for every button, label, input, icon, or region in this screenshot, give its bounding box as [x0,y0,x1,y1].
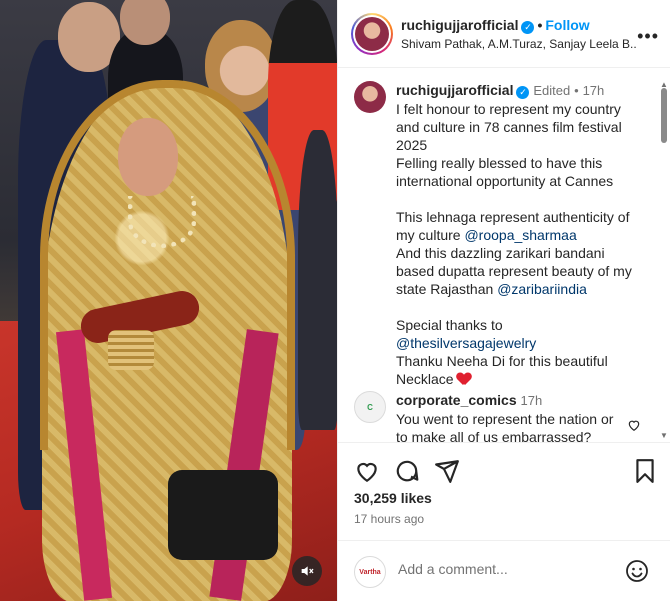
follow-button[interactable]: Follow [545,17,589,33]
caption-text-1: I felt honour to represent my country an… [396,101,622,153]
mention-link[interactable]: @roopa_sharmaa [464,227,576,243]
emoji-icon[interactable] [625,559,649,583]
scroll-down-arrow-icon[interactable]: ▼ [660,431,668,440]
comments-section[interactable]: ruchigujjarofficial ✓ Edited • 17h I felt… [338,69,670,443]
mention-link[interactable]: @thesilversagajewelry [396,335,536,351]
avatar [355,17,389,51]
mute-button[interactable] [292,556,322,586]
red-heart-emoji-icon [457,373,471,386]
caption-text-2: Felling really blessed to have this inte… [396,155,614,189]
scroll-thumb[interactable] [661,88,667,143]
comment-time[interactable]: 17h [521,393,543,408]
author-avatar-story-ring[interactable] [351,13,393,55]
foreground-camera [168,470,278,560]
bangles [108,330,154,370]
add-comment-bar: Vartha [338,540,670,601]
more-options-icon[interactable]: ••• [637,26,659,47]
caption-avatar[interactable] [354,81,386,113]
verified-badge-icon: ✓ [521,21,535,34]
action-bar [338,450,670,490]
mention-link[interactable]: @zaribariindia [497,281,587,297]
separator-dot: • [574,83,579,98]
commenter-avatar[interactable]: C [354,391,386,423]
tagged-users[interactable]: Shivam Pathak, A.M.Turaz, Sanjay Leela B… [401,37,636,51]
comment-like-heart-icon[interactable] [627,418,641,432]
post-header: ruchigujjarofficial ✓ • Follow Shivam Patha… [338,0,670,68]
current-user-avatar: Vartha [354,556,386,588]
caption-text-6: Thanku Neeha Di for this beautiful Neckl… [396,353,608,387]
post-sidebar: ruchigujjarofficial ✓ • Follow Shivam Patha… [337,0,670,601]
bookmark-icon[interactable] [632,458,658,484]
comment-text: You went to represent the nation or to m… [396,411,614,443]
post-media[interactable] [0,0,337,601]
caption-username[interactable]: ruchigujjarofficial [396,82,513,98]
necklace [128,196,196,248]
bg-person-far [298,130,337,430]
comment-icon[interactable] [394,458,420,484]
caption-time[interactable]: 17h [583,83,605,98]
caption-text-5: Special thanks to [396,317,503,333]
verified-badge-icon: ✓ [516,86,530,99]
muted-speaker-icon [301,566,314,576]
author-username[interactable]: ruchigujjarofficial [401,17,518,33]
add-comment-input[interactable] [398,561,618,577]
edited-label: Edited [533,83,571,98]
comments-scrollbar[interactable]: ▲ ▼ [660,72,668,440]
separator-dot: • [537,17,543,33]
send-icon[interactable] [434,458,460,484]
post-timestamp[interactable]: 17 hours ago [354,512,424,526]
likes-count[interactable]: 30,259 likes [354,490,432,506]
heart-icon[interactable] [354,458,380,484]
subject-face [118,118,178,196]
commenter-username[interactable]: corporate_comics [396,392,517,408]
